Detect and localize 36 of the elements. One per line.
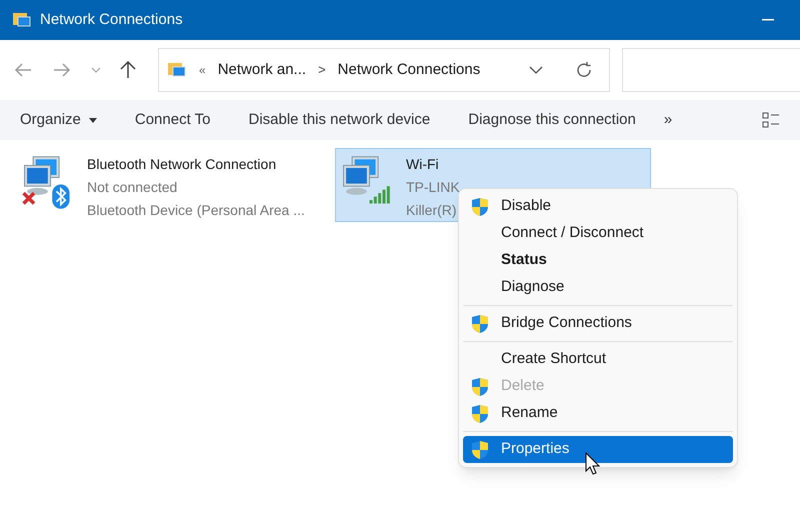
menu-item[interactable]: Create Shortcut xyxy=(463,346,733,373)
menu-item[interactable]: Properties xyxy=(463,436,733,463)
forward-arrow-icon xyxy=(53,63,71,77)
connection-item[interactable]: Bluetooth Network Connection Not connected Bluetooth Device (Personal Area ... xyxy=(16,148,332,222)
menu-item[interactable]: Connect / Disconnect xyxy=(463,220,733,247)
breadcrumb[interactable]: Network an... xyxy=(218,58,306,82)
layout-icon[interactable] xyxy=(762,112,780,128)
connection-status: TP-LINK xyxy=(406,178,460,197)
more-commands-button[interactable]: » xyxy=(664,108,672,132)
network-folder-icon xyxy=(12,11,32,29)
menu-item[interactable]: Status xyxy=(463,247,733,274)
connection-name: Bluetooth Network Connection xyxy=(87,155,278,174)
network-folder-icon xyxy=(167,61,187,79)
chevron-down-icon[interactable] xyxy=(529,66,543,74)
command-button[interactable]: Diagnose this connection xyxy=(468,108,636,132)
search-field[interactable] xyxy=(622,48,800,92)
window-title: Network Connections xyxy=(40,10,183,30)
minimize-icon xyxy=(762,19,774,21)
menu-item[interactable]: Rename xyxy=(463,400,733,427)
breadcrumb[interactable]: Network Connections xyxy=(338,58,480,82)
back-arrow-icon xyxy=(14,63,32,77)
chevron-down-icon xyxy=(91,67,101,73)
connection-device: Bluetooth Device (Personal Area ... xyxy=(87,201,305,220)
refresh-icon[interactable] xyxy=(575,61,593,79)
address-bar[interactable]: « Network an... > Network Connections xyxy=(158,48,610,92)
overflow-chevron[interactable]: « xyxy=(199,61,206,79)
menu-item[interactable]: Diagnose xyxy=(463,274,733,301)
connection-device: Killer(R) xyxy=(406,201,458,220)
menu-item[interactable]: Bridge Connections xyxy=(463,310,733,337)
command-button[interactable]: Organize xyxy=(20,108,97,132)
command-button[interactable]: Connect To xyxy=(134,108,210,132)
connection-status: Not connected xyxy=(87,178,178,197)
breadcrumb-separator: > xyxy=(318,61,326,80)
connection-name: Wi-Fi xyxy=(406,155,440,174)
command-button[interactable]: Disable this network device xyxy=(248,108,430,132)
up-arrow-icon xyxy=(120,61,136,79)
